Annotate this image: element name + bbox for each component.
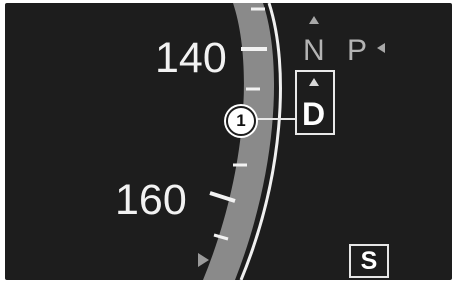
- triangle-right-icon: [198, 253, 209, 267]
- speed-label-160: 160: [115, 176, 187, 224]
- callout-leader-line: [257, 118, 297, 120]
- speed-label-140: 140: [155, 34, 227, 82]
- gear-p-label: P: [347, 34, 368, 67]
- gear-n-label: N: [303, 34, 325, 67]
- triangle-up-icon: [309, 16, 319, 24]
- gear-d-label: D: [302, 96, 326, 132]
- triangle-up-icon: [309, 78, 319, 86]
- instrument-cluster-panel: 140 160 N P D 1 S: [5, 3, 452, 280]
- callout-marker: 1: [226, 106, 256, 136]
- cluster-screenshot: 140 160 N P D 1 S: [0, 0, 458, 284]
- triangle-left-icon: [377, 43, 385, 53]
- drive-program-indicator: S: [349, 244, 389, 278]
